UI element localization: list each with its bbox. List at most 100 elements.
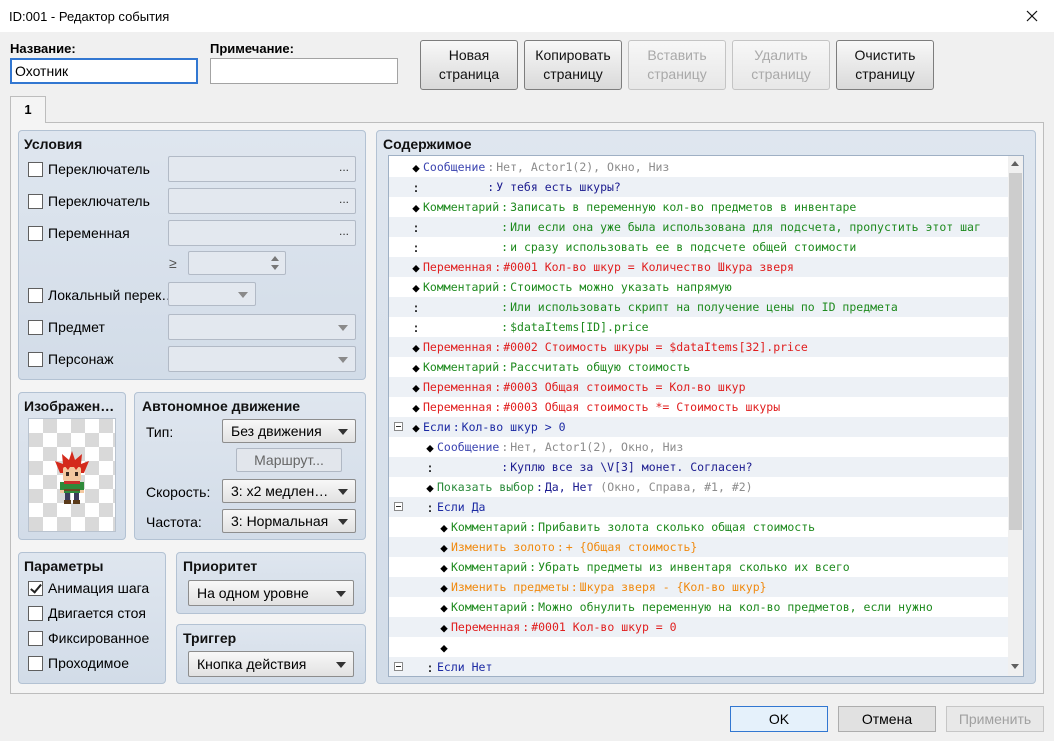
event-row[interactable]: : Если Нет	[389, 657, 1008, 676]
event-row[interactable]: :: Куплю все за \V[3] монет. Согласен?	[389, 457, 1008, 477]
switch2-checkbox[interactable]	[28, 194, 43, 209]
event-row[interactable]: :: Или если она уже была использована для…	[389, 217, 1008, 237]
switch2-browse-button[interactable]: ...	[339, 192, 349, 206]
self-switch-select[interactable]	[168, 282, 256, 306]
event-row[interactable]: ◆ Комментарий: Прибавить золота сколько об…	[389, 517, 1008, 537]
name-input[interactable]	[10, 58, 198, 84]
actor-checkbox[interactable]	[28, 352, 43, 367]
event-row[interactable]: :: $dataItems[ID].price	[389, 317, 1008, 337]
event-row[interactable]: ◆ Переменная: #0001 Кол-во шкур = Количест…	[389, 257, 1008, 277]
event-row[interactable]: ◆ Изменить предметы: Шкура зверя - {Кол-во…	[389, 577, 1008, 597]
switch1-checkbox[interactable]	[28, 162, 43, 177]
spin-up-icon[interactable]	[271, 256, 279, 261]
event-command-label: Комментарий	[451, 600, 528, 614]
event-argument: Рассчитать общую стоимость	[510, 360, 691, 374]
event-argument: Если Нет	[437, 660, 493, 674]
event-row[interactable]: ◆ Комментарий: Рассчитать общую стоимость	[389, 357, 1008, 377]
event-marker: ◆	[440, 619, 448, 635]
cancel-button[interactable]: Отмена	[838, 706, 936, 732]
contents-title: Содержимое	[383, 136, 472, 152]
apply-button[interactable]: Применить	[946, 706, 1044, 732]
variable-field[interactable]: ...	[168, 220, 356, 246]
direction-fix-checkbox[interactable]	[28, 631, 43, 646]
delete-page-button[interactable]: Удалить страницу	[732, 40, 830, 90]
event-row[interactable]: ◆ Сообщение: Нет, Actor1(2), Окно, Низ	[389, 157, 1008, 177]
switch1-label: Переключатель	[48, 161, 150, 177]
movement-title: Автономное движение	[142, 398, 301, 414]
event-row[interactable]: ◆ Изменить золото: + {Общая стоимость}	[389, 537, 1008, 557]
scroll-down-icon[interactable]	[1011, 664, 1019, 669]
event-row[interactable]: ◆ Комментарий: Убрать предметы из инвентар…	[389, 557, 1008, 577]
event-separator: :	[501, 320, 509, 334]
event-argument: Записать в переменную кол-во предметов в…	[510, 200, 857, 214]
collapse-icon[interactable]	[394, 422, 403, 431]
event-marker: :	[426, 499, 434, 515]
paste-page-button[interactable]: Вставить страницу	[628, 40, 726, 90]
variable-browse-button[interactable]: ...	[339, 224, 349, 238]
movement-freq-select[interactable]: 3: Нормальная	[222, 509, 356, 533]
switch2-field[interactable]: ...	[168, 188, 356, 214]
event-row[interactable]: ◆	[389, 637, 1008, 657]
chevron-down-icon	[338, 357, 348, 363]
movement-speed-select[interactable]: 3: x2 медлен…	[222, 479, 356, 503]
spin-down-icon[interactable]	[271, 265, 279, 270]
variable-value-stepper[interactable]	[188, 251, 286, 275]
button-line: Копировать	[535, 47, 611, 63]
event-row[interactable]: ◆ Комментарий: Записать в переменную кол-в…	[389, 197, 1008, 217]
switch1-field[interactable]: ...	[168, 156, 356, 182]
new-page-button[interactable]: Новая страница	[420, 40, 518, 90]
through-checkbox[interactable]	[28, 656, 43, 671]
event-row[interactable]: : Если Да	[389, 497, 1008, 517]
ok-button[interactable]: OK	[730, 706, 828, 732]
vertical-scrollbar[interactable]	[1008, 156, 1023, 676]
priority-value: На одном уровне	[197, 585, 309, 601]
event-argument: (Окно, Справа, #1, #2)	[593, 480, 753, 494]
event-row[interactable]: ◆ Переменная: #0003 Общая стоимость = Кол-…	[389, 377, 1008, 397]
event-separator: :	[487, 180, 495, 194]
collapse-icon[interactable]	[394, 502, 403, 511]
button-line: Вставить	[647, 47, 707, 63]
item-select[interactable]	[168, 314, 356, 340]
event-row[interactable]: ::У тебя есть шкуры?	[389, 177, 1008, 197]
event-row[interactable]: ◆ Сообщение: Нет, Actor1(2), Окно, Низ	[389, 437, 1008, 457]
copy-page-button[interactable]: Копировать страницу	[524, 40, 622, 90]
event-row[interactable]: :: Или использовать скрипт на получение ц…	[389, 297, 1008, 317]
self-switch-checkbox[interactable]	[28, 288, 43, 303]
walking-anim-checkbox[interactable]	[28, 581, 43, 596]
event-command-list[interactable]: ◆ Сообщение: Нет, Actor1(2), Окно, Низ:: У …	[388, 155, 1024, 677]
movement-type-select[interactable]: Без движения	[222, 419, 356, 443]
movement-freq-value: 3: Нормальная	[231, 513, 329, 529]
event-row[interactable]: ◆ Если: Кол-во шкур > 0	[389, 417, 1008, 437]
event-separator: :	[501, 440, 509, 454]
item-checkbox[interactable]	[28, 320, 43, 335]
note-input[interactable]	[210, 58, 398, 84]
event-row[interactable]: ◆ Переменная: #0003 Общая стоимость *= Сто…	[389, 397, 1008, 417]
stepping-anim-checkbox[interactable]	[28, 606, 43, 621]
scroll-up-icon[interactable]	[1011, 161, 1019, 166]
event-row[interactable]: ::и сразу использовать ее в подсчете общ…	[389, 237, 1008, 257]
event-row[interactable]: ◆ Переменная: #0001 Кол-во шкур = 0	[389, 617, 1008, 637]
event-separator: :	[522, 620, 530, 634]
event-row[interactable]: ◆ Показать выбор: Да, Нет (Окно, Справа, #…	[389, 477, 1008, 497]
options-title: Параметры	[24, 558, 104, 574]
event-row[interactable]: ◆ Комментарий: Стоимость можно указать нап…	[389, 277, 1008, 297]
event-row[interactable]: ◆ Переменная: #0002 Стоимость шкуры = $dat…	[389, 337, 1008, 357]
trigger-select[interactable]: Кнопка действия	[188, 651, 354, 677]
image-preview[interactable]	[28, 418, 116, 532]
close-icon[interactable]	[1024, 8, 1040, 24]
event-separator: :	[570, 580, 578, 594]
tab-page-1[interactable]: 1	[10, 96, 46, 123]
route-button[interactable]: Маршрут...	[236, 448, 342, 472]
variable-checkbox[interactable]	[28, 226, 43, 241]
scroll-thumb[interactable]	[1009, 173, 1022, 530]
event-row[interactable]: ◆ Комментарий: Можно обнулить переменную н…	[389, 597, 1008, 617]
actor-select[interactable]	[168, 346, 356, 372]
button-line: страницу	[855, 66, 915, 82]
event-argument: Убрать предметы из инвентаря сколько их …	[538, 560, 850, 574]
switch1-browse-button[interactable]: ...	[339, 160, 349, 174]
clear-page-button[interactable]: Очистить страницу	[836, 40, 934, 90]
button-line: страницу	[751, 66, 811, 82]
priority-select[interactable]: На одном уровне	[188, 580, 354, 606]
collapse-icon[interactable]	[394, 662, 403, 671]
event-separator: :	[529, 560, 537, 574]
